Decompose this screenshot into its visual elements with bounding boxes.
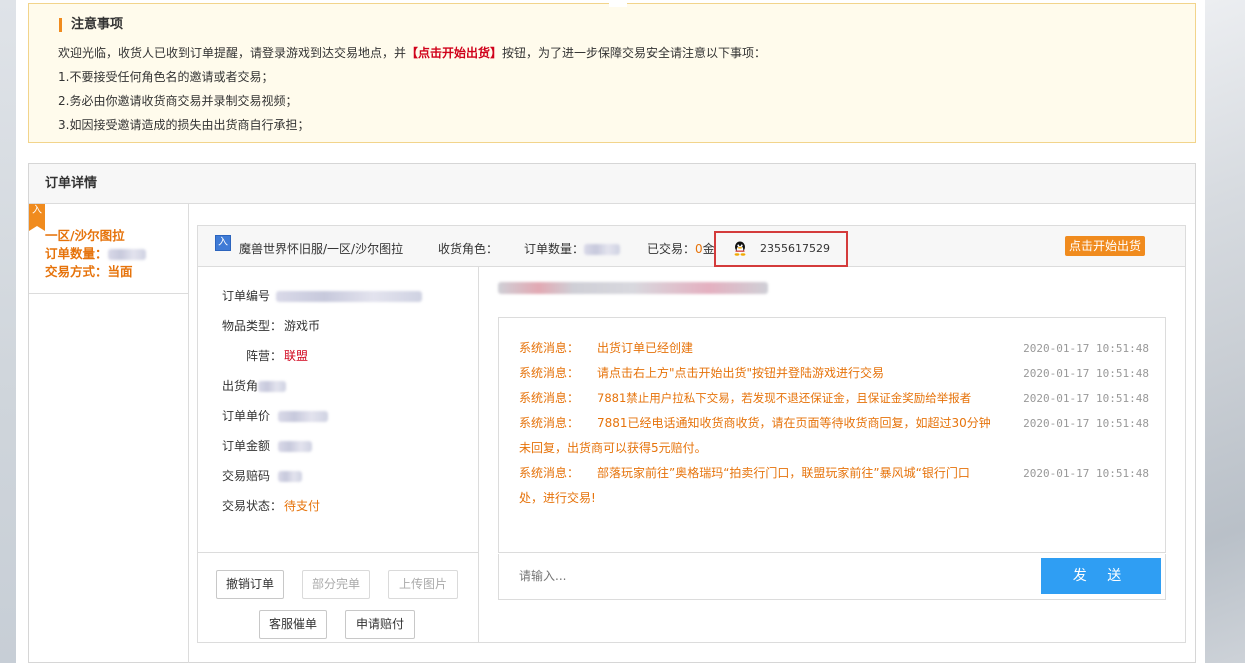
chat-message-text: 请点击右上方"点击开始出货"按钮并登陆游戏进行交易 (597, 366, 885, 380)
order-detail-card: 入 魔兽世界怀旧服/一区/沙尔图拉 收货角色： 订单数量： 已交易：0金 235… (197, 225, 1186, 643)
header-quantity: 订单数量： (524, 240, 621, 257)
summary-server: 一区/沙尔图拉 (45, 228, 125, 243)
compensation-label: 交易赔码 (222, 469, 271, 483)
order-detail-header: 入 魔兽世界怀旧服/一区/沙尔图拉 收货角色： 订单数量： 已交易：0金 235… (198, 226, 1185, 267)
qq-contact-highlight[interactable]: 2355617529 (714, 231, 848, 267)
chat-message-time: 2020-01-17 10:51:48 (1023, 367, 1149, 380)
order-amount-label: 订单金额 (222, 439, 271, 453)
cancel-order-button[interactable]: 撤销订单 (216, 570, 284, 599)
chat-message-text: 出货订单已经创建 (597, 341, 694, 355)
seller-role-label: 出货角 (222, 379, 259, 393)
chat-message: 系统消息： 出货订单已经创建 2020-01-17 10:51:48 (519, 336, 1149, 361)
header-traded: 已交易：0金 (647, 240, 715, 257)
order-number-value-blurred (276, 291, 423, 302)
game-icon: 入 (215, 235, 231, 251)
header-traded-unit: 金 (702, 242, 715, 256)
notice-intro-before: 欢迎光临，收货人已收到订单提醒，请登录游戏到达交易地点，并 (58, 46, 407, 60)
chat-message: 系统消息： 7881禁止用户拉私下交易，若发现不退还保证金，且保证金奖励给举报者 … (519, 386, 1149, 411)
faction-row: 阵营： 联盟 (246, 347, 308, 364)
notice-intro: 欢迎光临，收货人已收到订单提醒，请登录游戏到达交易地点，并【点击开始出货】按钮，… (58, 44, 766, 61)
chat-message: 系统消息： 7881已经电话通知收货商收货，请在页面等待收货商回复，如超过30分钟… (519, 411, 1149, 461)
unit-price-value-blurred (278, 411, 329, 422)
notice-intro-after: 按钮，为了进一步保障交易安全请注意以下事项： (502, 46, 767, 60)
order-number-label: 订单编号 (222, 289, 271, 303)
qq-number: 2355617529 (760, 242, 830, 255)
compensation-row: 交易赔码 (222, 467, 303, 484)
summary-quantity-label: 订单数量： (45, 246, 108, 261)
receiver-role: 收货角色： (438, 240, 498, 257)
trade-status-value: 待支付 (284, 499, 321, 513)
send-button[interactable]: 发 送 (1041, 558, 1161, 594)
receiver-role-label: 收货角色： (438, 242, 499, 256)
item-type-row: 物品类型： 游戏币 (222, 317, 320, 334)
unit-price-row: 订单单价 (222, 407, 329, 424)
unit-price-label: 订单单价 (222, 409, 271, 423)
summary-trade-mode: 交易方式：当面 (45, 261, 133, 280)
order-amount-row: 订单金额 (222, 437, 313, 454)
faction-label: 阵营： (246, 349, 283, 363)
order-summary-column: 入 一区/沙尔图拉 订单数量： 交易方式：当面 (29, 204, 189, 663)
background-right (1205, 0, 1245, 663)
summary-quantity: 订单数量： (45, 243, 146, 262)
order-detail-panel: 订单详情 入 一区/沙尔图拉 订单数量： 交易方式：当面 入 魔兽世界怀旧服/一… (28, 163, 1196, 663)
chat-message: 系统消息： 部落玩家前往”奥格瑞玛“拍卖行门口，联盟玩家前往”暴风城“银行门口处，… (519, 461, 1149, 511)
chat-message-time: 2020-01-17 10:51:48 (1023, 467, 1149, 480)
compensation-value-blurred (278, 471, 303, 482)
notice-intro-highlight: 【点击开始出货】 (406, 46, 503, 60)
chat-input[interactable] (499, 554, 1041, 598)
qq-penguin-icon (734, 241, 746, 256)
order-section-title: 订单详情 (29, 164, 1195, 204)
chat-message-label: 系统消息： (519, 416, 580, 430)
order-summary-card[interactable]: 入 一区/沙尔图拉 订单数量： 交易方式：当面 (29, 204, 188, 294)
chat-column: 系统消息： 出货订单已经创建 2020-01-17 10:51:48 系统消息： 请… (480, 267, 1185, 642)
chat-message-time: 2020-01-17 10:51:48 (1023, 342, 1149, 355)
urge-service-button[interactable]: 客服催单 (259, 610, 327, 639)
chat-message-log: 系统消息： 出货订单已经创建 2020-01-17 10:51:48 系统消息： 请… (498, 317, 1166, 553)
background-left (0, 0, 16, 663)
seller-role-value-blurred (258, 381, 287, 392)
header-quantity-label: 订单数量： (524, 242, 585, 256)
summary-mode-label: 交易方式： (45, 264, 108, 279)
chat-message: 系统消息： 请点击右上方"点击开始出货"按钮并登陆游戏进行交易 2020-01-1… (519, 361, 1149, 386)
game-server-name: 魔兽世界怀旧服/一区/沙尔图拉 (239, 242, 404, 256)
chat-message-time: 2020-01-17 10:51:48 (1023, 392, 1149, 405)
trade-status-row: 交易状态： 待支付 (222, 497, 320, 514)
header-quantity-value-blurred (584, 244, 621, 255)
item-type-value: 游戏币 (284, 319, 321, 333)
chat-message-label: 系统消息： (519, 466, 580, 480)
notice-title: 注意事项 (59, 18, 123, 32)
item-type-label: 物品类型： (222, 319, 283, 333)
chat-headline-blur (498, 281, 768, 294)
order-action-buttons: 撤销订单 部分完单 上传图片 客服催单 申请赔付 (198, 552, 479, 642)
chat-message-text: 7881禁止用户拉私下交易，若发现不退还保证金，且保证金奖励给举报者 (597, 391, 972, 405)
summary-quantity-value-blurred (107, 249, 146, 260)
faction-value: 联盟 (284, 349, 309, 363)
chat-message-time: 2020-01-17 10:51:48 (1023, 417, 1149, 430)
page: 注意事项 欢迎光临，收货人已收到订单提醒，请登录游戏到达交易地点，并【点击开始出… (16, 0, 1205, 663)
order-info-column: 订单编号 物品类型： 游戏币 阵营： 联盟 出货角 订单单价 订单金额 交易赔码… (198, 267, 479, 642)
chat-headline-blurred (498, 280, 768, 294)
notice-box: 注意事项 欢迎光临，收货人已收到订单提醒，请登录游戏到达交易地点，并【点击开始出… (28, 1, 1196, 143)
chat-message-label: 系统消息： (519, 341, 580, 355)
trade-status-label: 交易状态： (222, 499, 283, 513)
seller-role-row: 出货角 (222, 377, 287, 394)
start-shipping-button[interactable]: 点击开始出货 (1064, 236, 1145, 256)
header-traded-value: 0 (695, 242, 703, 256)
upload-image-button[interactable]: 上传图片 (388, 570, 458, 599)
order-type-ribbon: 入 (29, 204, 45, 231)
claim-compensation-button[interactable]: 申请赔付 (345, 610, 415, 639)
partial-complete-button[interactable]: 部分完单 (302, 570, 370, 599)
order-amount-value-blurred (278, 441, 313, 452)
notice-item-1: 1.不要接受任何角色名的邀请或者交易； (58, 70, 274, 84)
notice-tab-notch (609, 1, 627, 7)
notice-item-3: 3.如因接受邀请造成的损失由出货商自行承担； (58, 118, 310, 132)
chat-input-row: 发 送 (498, 554, 1166, 600)
notice-item-2: 2.务必由你邀请收货商交易并录制交易视频； (58, 94, 298, 108)
chat-message-label: 系统消息： (519, 366, 580, 380)
chat-message-label: 系统消息： (519, 391, 580, 405)
summary-mode-value: 当面 (107, 264, 133, 279)
header-traded-label: 已交易： (647, 242, 696, 256)
order-number-row: 订单编号 (222, 287, 423, 304)
